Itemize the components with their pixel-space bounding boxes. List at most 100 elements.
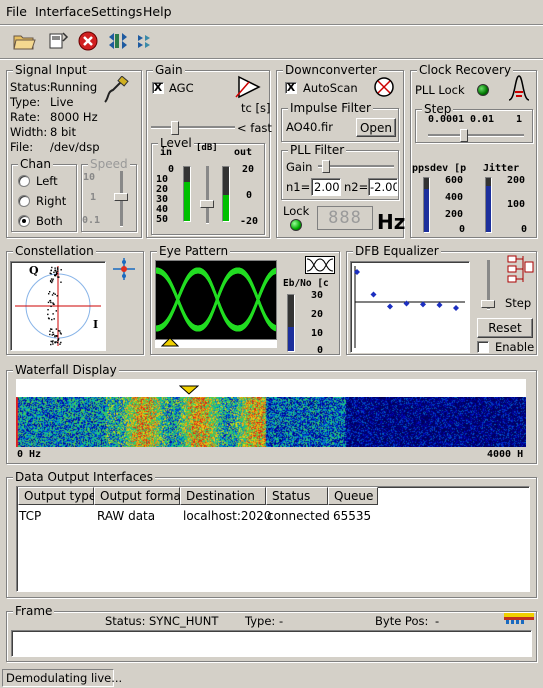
constellation-point [49,300,51,302]
pll-gain-thumb[interactable] [322,160,330,173]
input-level-meter [183,166,191,222]
chan-title: Chan [18,157,53,171]
tc-slider-track [151,126,235,129]
step-slider-thumb[interactable] [460,129,468,142]
i-axis-label: I [93,318,99,331]
frame-status-value: SYNC_HUNT [149,614,219,628]
n2-label: n2= [344,180,369,194]
constellation-point [59,330,61,332]
eye-marker-icon[interactable] [160,336,180,350]
device-icon[interactable] [46,29,72,55]
gain-slider-track [206,166,209,224]
step-forward-icon[interactable] [134,29,160,55]
step-back-icon[interactable] [106,29,132,55]
width-label: Width: [10,125,48,139]
dfb-equalizer-group: DFB Equalizer Step Reset Enable [346,244,537,355]
eye-pattern-icon [305,256,335,277]
gain-slider-thumb[interactable] [200,200,214,208]
open-folder-icon[interactable] [12,29,38,55]
jitter-scale-200: 200 [507,175,526,186]
status-value: Running [50,80,98,94]
constellation-point [55,341,57,343]
col-output-type[interactable]: Output type [18,487,96,505]
n1-input[interactable]: 2.00 [311,178,341,196]
constellation-point [48,317,50,320]
clock-icon [507,74,531,105]
amplifier-icon [235,74,263,103]
constellation-point [52,331,54,334]
autoscan-checkbox[interactable]: X [285,82,297,94]
constellation-icon [111,256,137,285]
constellation-point [53,271,55,274]
constellation-point [52,278,54,280]
constellation-point [51,334,53,336]
constellation-point [56,272,58,274]
constellation-point [49,280,52,283]
menu-settings[interactable]: Settings [91,4,142,19]
chan-right-radio[interactable] [18,195,30,207]
constellation-point [50,343,52,346]
constellation-point [60,269,62,271]
constellation-point [47,293,50,295]
waterfall-left-label: 0 Hz [17,449,42,460]
frame-title: Frame [13,604,55,618]
chan-right-label: Right [36,194,67,208]
jitter-label: Jitter [483,163,520,174]
eq-tap-point [387,303,393,310]
toolbar [0,26,543,58]
level-group: Level in [dB] out 0 10 20 30 40 50 20 0 … [151,136,265,235]
open-filter-button[interactable]: Open [356,118,396,137]
file-value: /dev/dsp [50,140,100,154]
row-queue: 65535 [333,509,372,523]
stop-icon[interactable] [76,29,102,55]
constellation-point [59,332,62,334]
col-status[interactable]: Status [266,487,328,505]
constellation-point [52,343,54,345]
waterfall-marker-icon[interactable] [178,384,200,398]
col-queue[interactable]: Queue [328,487,378,505]
constellation-point [51,294,54,296]
pll-lock-label: PLL Lock [415,83,465,97]
constellation-point [54,274,56,277]
constellation-point [53,303,55,306]
chan-left-radio[interactable] [18,175,30,187]
microphone-icon[interactable] [101,75,131,109]
menu-interface[interactable]: Interface [35,4,91,19]
eq-tap-point [453,305,459,311]
table-row[interactable]: TCP RAW data localhost:2020 connected 65… [17,507,529,525]
menu-file[interactable]: File [6,4,27,19]
signal-input-group: Signal Input Status: Running Type: Live … [6,63,142,238]
frame-bytepos-label: Byte Pos: [375,614,429,628]
rate-value: 8000 Hz [50,110,98,124]
frame-type-value: - [279,614,284,628]
type-label: Type: [10,95,41,109]
data-output-title: Data Output Interfaces [13,470,155,484]
enable-checkbox[interactable] [477,341,489,353]
tc-slider-thumb[interactable] [171,121,179,135]
menu-bar: File Interface Settings Help [0,0,543,24]
eye-pattern-title: Eye Pattern [157,244,231,258]
chan-both-radio[interactable] [18,215,30,227]
eq-step-thumb[interactable] [481,300,495,308]
agc-checkbox[interactable]: X [152,82,164,94]
menu-help[interactable]: Help [143,4,172,19]
constellation-point [55,273,58,276]
col-output-format[interactable]: Output format [94,487,186,505]
width-value: 8 bit [50,125,76,139]
constellation-point [49,330,51,332]
waterfall-display[interactable] [16,397,526,447]
out-scale-0: 0 [246,190,253,201]
chan-left-label: Left [36,174,58,188]
col-destination[interactable]: Destination [180,487,266,505]
constellation-point [55,328,58,330]
enable-label: Enable [495,340,535,354]
reset-button[interactable]: Reset [477,318,533,338]
row-output-format: RAW data [97,509,156,523]
frame-group: Frame Status: SYNC_HUNT Type: - Byte Pos… [6,604,537,662]
step-slider-track [428,134,524,137]
ebno-label: Eb/No [c [283,278,329,289]
n2-input[interactable]: -2.00 [368,178,398,196]
ppsdev-scale-200: 200 [445,209,464,220]
waterfall-title: Waterfall Display [13,363,119,377]
speed-slider-thumb[interactable] [114,193,128,201]
